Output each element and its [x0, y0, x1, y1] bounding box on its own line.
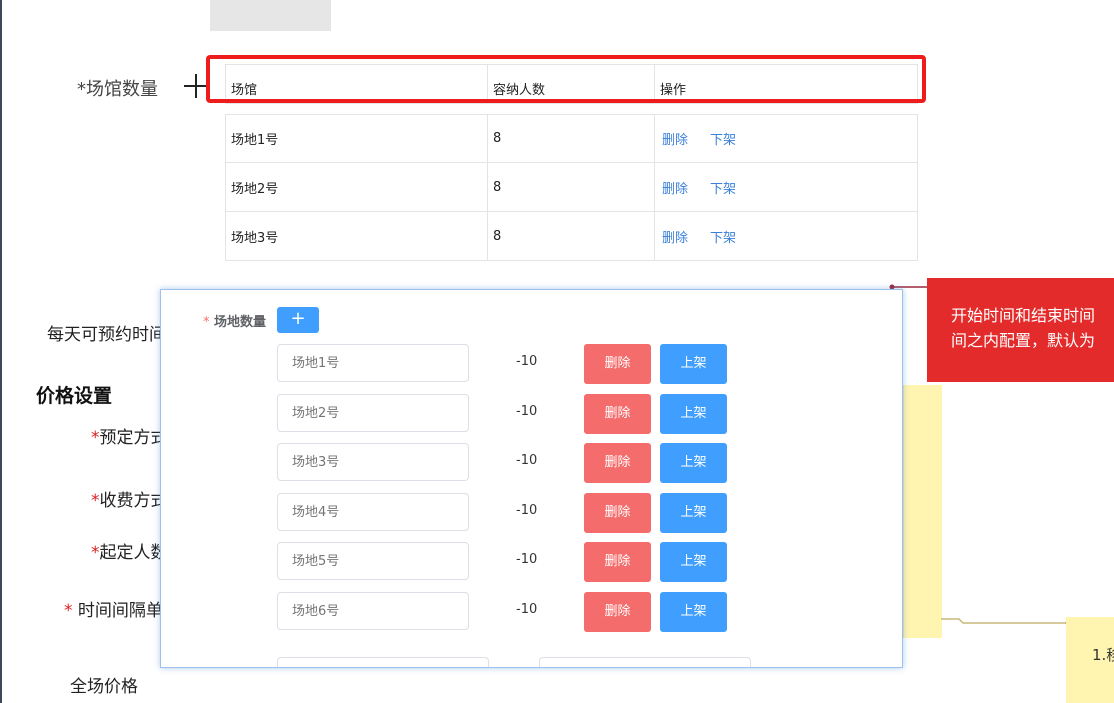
partial-input-left[interactable] [277, 657, 489, 667]
slot-row: -10 删除 上架 [277, 443, 737, 483]
delete-link[interactable]: 删除 [662, 178, 688, 197]
online-button[interactable]: 上架 [660, 394, 727, 434]
sticky-note-yellow-2: 1.移 [1066, 617, 1114, 703]
table-row: 场地3号 8 删除 下架 [225, 212, 918, 261]
delete-button[interactable]: 删除 [584, 542, 651, 582]
table-row: 场地1号 8 删除 下架 [225, 114, 918, 163]
slot-name-input[interactable] [277, 344, 469, 382]
price-settings-title: 价格设置 [36, 385, 113, 407]
charge-method-label: *收费方式 [91, 491, 168, 511]
online-button[interactable]: 上架 [660, 592, 727, 632]
min-people-label: *起定人数 [91, 543, 168, 563]
venue-count-label: *场馆数量 [77, 79, 158, 100]
daily-booking-time-label: 每天可预约时间 [47, 325, 166, 345]
online-button[interactable]: 上架 [660, 493, 727, 533]
slot-name-input[interactable] [277, 394, 469, 432]
slot-row: -10 删除 上架 [277, 493, 737, 533]
delete-button[interactable]: 删除 [584, 443, 651, 483]
slot-value: -10 [516, 602, 538, 617]
venue-name: 场地2号 [226, 163, 488, 211]
venue-name: 场地3号 [226, 212, 488, 260]
red-note-text: 开始时间和结束时间 间之内配置，默认为 [951, 306, 1096, 350]
booking-method-label: *预定方式 [91, 428, 168, 448]
sticky-note-red: 开始时间和结束时间 间之内配置，默认为 [927, 278, 1114, 382]
sticky-note-yellow [903, 385, 942, 638]
online-button[interactable]: 上架 [660, 443, 727, 483]
popup-add-button[interactable]: + [277, 307, 319, 333]
slot-value: -10 [516, 503, 538, 518]
slot-value: -10 [516, 404, 538, 419]
slot-name-input[interactable] [277, 542, 469, 580]
delete-button[interactable]: 删除 [584, 493, 651, 533]
table-row: 场地2号 8 删除 下架 [225, 163, 918, 212]
slot-value: -10 [516, 552, 538, 567]
slot-name-input[interactable] [277, 443, 469, 481]
delete-link[interactable]: 删除 [662, 129, 688, 148]
venue-name: 场地1号 [226, 115, 488, 162]
slot-name-input[interactable] [277, 592, 469, 630]
popup-venue-count-label: * 场地数量 [203, 315, 267, 330]
slot-name-input[interactable] [277, 493, 469, 531]
delete-button[interactable]: 删除 [584, 344, 651, 384]
venue-capacity: 8 [488, 212, 655, 260]
slot-row: -10 删除 上架 [277, 542, 737, 582]
venue-capacity: 8 [488, 163, 655, 211]
venue-actions: 删除 下架 [655, 212, 917, 260]
delete-link[interactable]: 删除 [662, 227, 688, 246]
add-venue-plus-icon[interactable] [184, 74, 208, 98]
delete-button[interactable]: 删除 [584, 592, 651, 632]
slot-value: -10 [516, 453, 538, 468]
image-placeholder [210, 0, 331, 31]
offline-link[interactable]: 下架 [710, 178, 736, 197]
venue-actions: 删除 下架 [655, 115, 917, 162]
header-highlight-box [206, 55, 926, 103]
delete-button[interactable]: 删除 [584, 394, 651, 434]
slot-value: -10 [516, 354, 538, 369]
partial-input-right[interactable] [539, 657, 751, 667]
full-price-label: 全场价格 [70, 677, 138, 697]
sticky-note-text: 1.移 [1092, 646, 1114, 664]
offline-link[interactable]: 下架 [710, 227, 736, 246]
venue-actions: 删除 下架 [655, 163, 917, 211]
online-button[interactable]: 上架 [660, 344, 727, 384]
venue-quantity-popup: * 场地数量 + -10 删除 上架 -10 删除 上架 -10 删除 上架 -… [160, 289, 903, 668]
slot-row: -10 删除 上架 [277, 592, 737, 632]
online-button[interactable]: 上架 [660, 542, 727, 582]
time-interval-label: * 时间间隔单 [64, 601, 163, 621]
slot-row: -10 删除 上架 [277, 344, 737, 384]
slot-row: -10 删除 上架 [277, 394, 737, 434]
left-border [0, 0, 2, 703]
offline-link[interactable]: 下架 [710, 129, 736, 148]
connector-line [941, 618, 1071, 626]
venue-capacity: 8 [488, 115, 655, 162]
